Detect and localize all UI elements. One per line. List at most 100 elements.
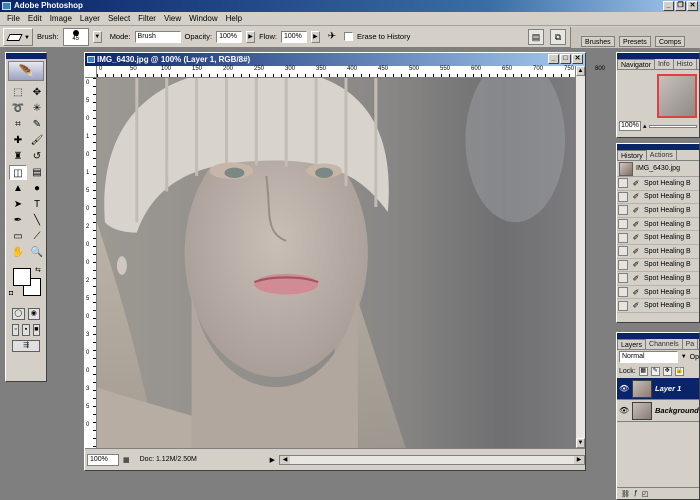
line-tool-icon[interactable]: ╲: [28, 213, 46, 228]
menu-file[interactable]: File: [3, 12, 24, 26]
vertical-scrollbar[interactable]: ▲ ▼: [575, 66, 585, 448]
visibility-eye-icon[interactable]: 👁: [619, 406, 629, 415]
crop-tool-icon[interactable]: ⌗: [9, 117, 27, 132]
lock-position-icon[interactable]: ✥: [662, 366, 672, 376]
history-source-checkbox[interactable]: [618, 287, 628, 298]
doc-minimize-icon[interactable]: _: [548, 54, 559, 64]
well-tab-comps[interactable]: Comps: [655, 36, 686, 47]
opacity-slider-icon[interactable]: ▶: [246, 30, 256, 43]
well-tab-presets[interactable]: Presets: [619, 36, 651, 47]
tab-navigator[interactable]: Navigator: [617, 59, 655, 69]
history-source-checkbox[interactable]: [618, 300, 628, 311]
toggle-palettes-icon[interactable]: ⧉: [550, 29, 566, 45]
airbrush-icon[interactable]: ✈: [324, 29, 340, 45]
brush-dropdown-icon[interactable]: ▼: [92, 30, 102, 43]
lock-transparency-icon[interactable]: ▦: [638, 366, 648, 376]
visibility-eye-icon[interactable]: 👁: [619, 384, 629, 393]
menu-window[interactable]: Window: [185, 12, 221, 26]
scroll-left-icon[interactable]: ◀: [280, 455, 291, 464]
status-preview-icon[interactable]: ▦: [123, 456, 130, 464]
standard-mode-icon[interactable]: ◯: [12, 308, 25, 320]
brush-tool-icon[interactable]: 🖌: [28, 133, 46, 148]
blur-tool-icon[interactable]: ▲: [9, 181, 27, 196]
history-item[interactable]: ✐ Spot Healing B: [617, 245, 699, 259]
mode-select[interactable]: Brush: [134, 30, 181, 43]
history-source-checkbox[interactable]: [618, 232, 628, 243]
navigator-thumbnail[interactable]: [657, 74, 697, 118]
new-layer-icon[interactable]: ◰: [642, 490, 649, 498]
menu-help[interactable]: Help: [222, 12, 246, 26]
slice-tool-icon[interactable]: ✎: [28, 117, 46, 132]
lasso-tool-icon[interactable]: ➰: [9, 101, 27, 116]
menu-filter[interactable]: Filter: [134, 12, 160, 26]
history-source-checkbox[interactable]: [618, 219, 628, 230]
image-canvas[interactable]: [97, 78, 575, 448]
menu-layer[interactable]: Layer: [76, 12, 104, 26]
jump-to-imageready-icon[interactable]: ⇶: [12, 340, 40, 352]
history-source-checkbox[interactable]: [618, 259, 628, 270]
eraser-tool-icon[interactable]: ◫: [9, 165, 27, 180]
erase-history-checkbox[interactable]: [343, 32, 353, 41]
history-item[interactable]: ✐ Spot Healing B: [617, 259, 699, 273]
tab-channels[interactable]: Channels: [646, 339, 683, 349]
history-source-checkbox[interactable]: [618, 246, 628, 257]
brush-picker[interactable]: 45: [62, 27, 89, 46]
magic-wand-tool-icon[interactable]: ✳: [28, 101, 46, 116]
history-item[interactable]: ✐ Spot Healing B: [617, 177, 699, 191]
tab-histogram[interactable]: Histo: [674, 59, 697, 69]
history-source-checkbox[interactable]: [618, 191, 628, 202]
history-item[interactable]: ✐ Spot Healing B: [617, 231, 699, 245]
doc-maximize-icon[interactable]: □: [560, 54, 571, 64]
menu-image[interactable]: Image: [46, 12, 76, 26]
blend-mode-dropdown-icon[interactable]: ▼: [681, 354, 687, 360]
zoom-tool-icon[interactable]: 🔍: [28, 245, 46, 260]
scroll-right-icon[interactable]: ▶: [574, 455, 584, 464]
navigator-zoom-slider[interactable]: [648, 124, 697, 128]
default-colors-icon[interactable]: ◘: [9, 290, 13, 297]
type-tool-icon[interactable]: T: [28, 197, 46, 212]
zoom-field[interactable]: 100%: [87, 453, 119, 466]
doc-close-icon[interactable]: ✕: [572, 54, 583, 64]
history-item[interactable]: ✐ Spot Healing B: [617, 218, 699, 232]
layer-style-icon[interactable]: ƒ: [634, 490, 638, 497]
flow-field[interactable]: 100%: [280, 30, 307, 43]
quick-mask-mode-icon[interactable]: ◉: [27, 308, 40, 320]
history-item[interactable]: ✐ Spot Healing B: [617, 272, 699, 286]
healing-brush-tool-icon[interactable]: ✚: [9, 133, 27, 148]
history-source-checkbox[interactable]: [618, 178, 628, 189]
standard-screen-icon[interactable]: ▫: [12, 324, 20, 336]
dodge-tool-icon[interactable]: ●: [28, 181, 46, 196]
tab-paths[interactable]: Pa: [683, 339, 699, 349]
history-source-checkbox[interactable]: [618, 273, 628, 284]
history-item[interactable]: ✐ Spot Healing B: [617, 191, 699, 205]
marquee-tool-icon[interactable]: ⬚: [9, 85, 27, 100]
link-layers-icon[interactable]: ⛓: [621, 490, 630, 498]
tab-layers[interactable]: Layers: [617, 339, 647, 349]
restore-icon[interactable]: ❐: [675, 1, 686, 11]
notes-tool-icon[interactable]: ▭: [9, 229, 27, 244]
full-screen-menu-icon[interactable]: ▪: [22, 324, 30, 336]
gradient-tool-icon[interactable]: ▤: [28, 165, 46, 180]
history-item[interactable]: ✐ Spot Healing B: [617, 299, 699, 313]
full-screen-icon[interactable]: ■: [32, 324, 40, 336]
tab-actions[interactable]: Actions: [647, 150, 677, 160]
history-source-checkbox[interactable]: [618, 205, 628, 216]
document-title-bar[interactable]: IMG_6430.jpg @ 100% (Layer 1, RGB/8#) _ …: [85, 53, 585, 66]
scroll-up-icon[interactable]: ▲: [576, 66, 585, 76]
hand-tool-icon[interactable]: ✋: [9, 245, 27, 260]
status-menu-icon[interactable]: ▶: [270, 456, 275, 464]
vertical-ruler[interactable]: 0 5 0 1 0 1 5 0 2 0 0 2 5 0 3 0 0 3 5 0: [85, 78, 97, 448]
eyedropper-tool-icon[interactable]: ⟋: [28, 229, 46, 244]
foreground-color-swatch[interactable]: [13, 268, 31, 286]
layer-row[interactable]: 👁 Background: [617, 400, 699, 422]
menu-edit[interactable]: Edit: [24, 12, 46, 26]
flow-slider-icon[interactable]: ▶: [310, 30, 320, 43]
history-snapshot[interactable]: IMG_6430.jpg: [617, 161, 699, 177]
menu-view[interactable]: View: [160, 12, 185, 26]
clone-stamp-tool-icon[interactable]: ♜: [9, 149, 27, 164]
minimize-icon[interactable]: _: [663, 1, 674, 11]
close-icon[interactable]: ✕: [687, 1, 698, 11]
tool-preset-picker[interactable]: ▼: [3, 27, 33, 46]
move-tool-icon[interactable]: ✥: [28, 85, 46, 100]
lock-all-icon[interactable]: 🔒: [674, 366, 684, 376]
